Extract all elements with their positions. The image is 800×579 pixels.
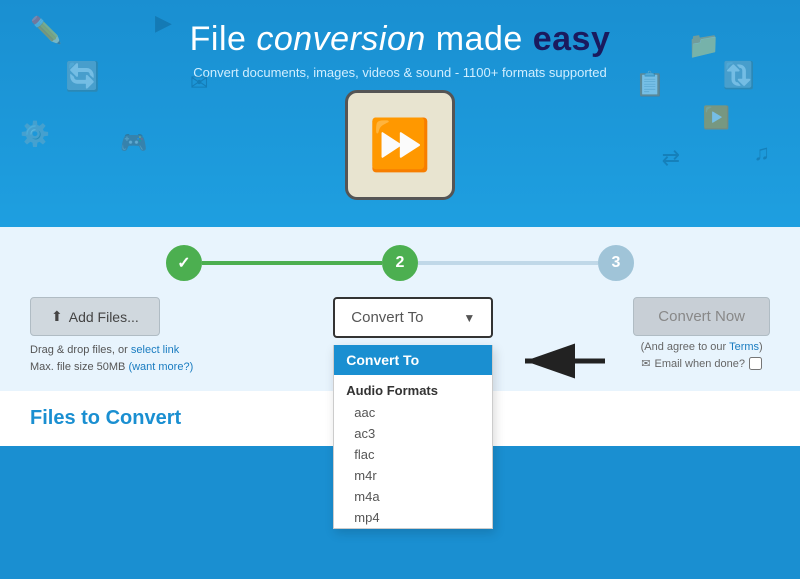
conversion-bar: ✓ 2 3 ⬆ Add Files... Drag & drop files, … xyxy=(0,227,800,391)
convert-to-button[interactable]: Convert To ▼ xyxy=(333,297,493,338)
chevron-down-icon: ▼ xyxy=(463,311,475,325)
logo-arrows-icon: ⏩ xyxy=(369,120,431,170)
dropdown-header: Convert To xyxy=(334,345,492,375)
step-3-circle: 3 xyxy=(598,245,634,281)
hero-title: File conversion made easy xyxy=(0,20,800,59)
format-ac3[interactable]: ac3 xyxy=(334,423,492,444)
format-aac[interactable]: aac xyxy=(334,402,492,423)
envelope-icon: ✉ xyxy=(641,357,650,370)
convert-to-dropdown-menu: Convert To Audio Formats aac ac3 flac m4… xyxy=(333,345,493,529)
convert-now-button[interactable]: Convert Now xyxy=(633,297,770,336)
hero-section: ✏️ 🔄 ⚙️ ▶ ✉ 🎮 📁 🔃 ▶️ ♫ 📋 ⇄ File conversi… xyxy=(0,0,800,227)
email-checkbox[interactable] xyxy=(749,357,762,370)
terms-link[interactable]: Terms xyxy=(729,341,759,353)
format-flac[interactable]: flac xyxy=(334,444,492,465)
email-row: ✉ Email when done? xyxy=(641,357,762,370)
format-m4a[interactable]: m4a xyxy=(334,486,492,507)
step-line-1-2 xyxy=(202,261,382,265)
add-files-section: ⬆ Add Files... Drag & drop files, or sel… xyxy=(30,297,193,375)
arrow-graphic xyxy=(515,336,615,391)
steps-row: ✓ 2 3 xyxy=(30,245,770,281)
want-more-link[interactable]: (want more?) xyxy=(128,361,193,373)
center-logo: ⏩ xyxy=(0,90,800,200)
format-mp4[interactable]: mp4 xyxy=(334,507,492,528)
select-link[interactable]: select link xyxy=(131,344,179,356)
audio-formats-category: Audio Formats xyxy=(334,375,492,402)
hero-subtitle: Convert documents, images, videos & soun… xyxy=(0,65,800,80)
convert-now-hint: (And agree to our Terms) xyxy=(641,341,763,353)
convert-now-section: Convert Now (And agree to our Terms) ✉ E… xyxy=(633,297,770,370)
convert-to-section: Convert To ▼ Convert To Audio Formats aa… xyxy=(333,297,493,338)
step-1-circle: ✓ xyxy=(166,245,202,281)
step-2-circle: 2 xyxy=(382,245,418,281)
step-line-2-3 xyxy=(418,261,598,265)
logo-box: ⏩ xyxy=(345,90,455,200)
controls-row: ⬆ Add Files... Drag & drop files, or sel… xyxy=(30,297,770,375)
format-m4r[interactable]: m4r xyxy=(334,465,492,486)
add-files-hint: Drag & drop files, or select link Max. f… xyxy=(30,342,193,375)
upload-icon: ⬆ xyxy=(51,308,63,325)
add-files-button[interactable]: ⬆ Add Files... xyxy=(30,297,160,336)
